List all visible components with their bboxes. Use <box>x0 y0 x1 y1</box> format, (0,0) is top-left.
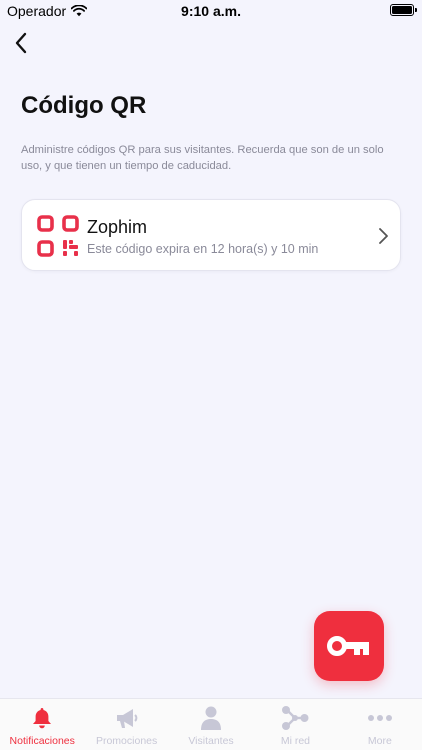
tab-more[interactable]: More <box>338 699 422 750</box>
tab-visitantes[interactable]: Visitantes <box>169 699 253 750</box>
page-description: Administre códigos QR para sus visitante… <box>21 144 384 172</box>
tab-bar: Notificaciones Promociones Visitantes Mi… <box>0 698 422 750</box>
chevron-right-icon <box>379 228 388 244</box>
qr-code-expiry: Este código expira en 12 hora(s) y 10 mi… <box>87 242 319 256</box>
tab-mi-red[interactable]: Mi red <box>253 699 337 750</box>
tab-label: Promociones <box>95 735 158 747</box>
tab-promociones[interactable]: Promociones <box>84 699 168 750</box>
battery-icon <box>390 4 417 16</box>
tab-label: More <box>367 735 392 747</box>
qr-code-name: Zophim <box>87 217 148 237</box>
status-time: 9:10 a.m. <box>181 3 241 19</box>
network-icon <box>281 705 309 731</box>
more-icon <box>366 705 394 731</box>
person-icon <box>197 705 225 731</box>
back-button[interactable] <box>8 28 34 58</box>
qr-code-card[interactable]: Zophim Este código expira en 12 hora(s) … <box>21 199 401 271</box>
chevron-left-icon <box>15 32 27 54</box>
bell-icon <box>28 705 56 731</box>
qr-code-icon <box>37 215 79 257</box>
tab-label: Visitantes <box>188 735 234 747</box>
status-bar: Operador 9:10 a.m. <box>0 0 422 22</box>
tab-notificaciones[interactable]: Notificaciones <box>0 699 84 750</box>
megaphone-icon <box>113 705 141 731</box>
key-action-button[interactable] <box>314 611 384 681</box>
tab-label: Notificaciones <box>9 735 75 747</box>
key-icon <box>327 636 369 656</box>
tab-label: Mi red <box>280 735 311 747</box>
page-title: Código QR <box>21 92 147 119</box>
